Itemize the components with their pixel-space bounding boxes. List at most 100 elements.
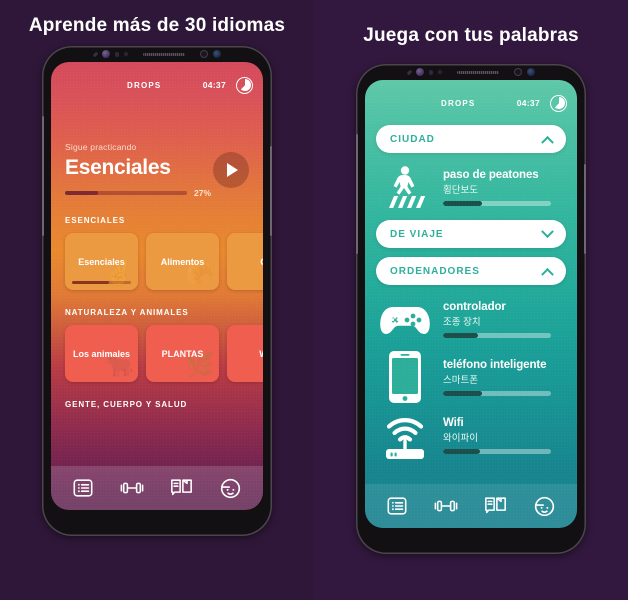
proximity-sensor-icon xyxy=(114,51,119,57)
panel-left: Aprende más de 30 idiomas DROPS 04:37 Si… xyxy=(0,0,314,600)
nav-item-practice[interactable] xyxy=(434,495,458,517)
topic-section-list: CIUDAD paso de peatones 횡단보도 DE VIAJE ORDEN… xyxy=(365,125,577,460)
play-icon xyxy=(227,163,238,178)
phone-top-bezel-right xyxy=(356,64,586,80)
category-group: GENTE, CUERPO Y SALUD xyxy=(51,400,263,409)
nav-item-profile[interactable] xyxy=(219,477,242,500)
phone-left: DROPS 04:37 Sigue practicando Esenciales… xyxy=(42,46,272,537)
word-spanish: teléfono inteligente xyxy=(443,358,547,371)
tile-title: Los animales xyxy=(72,348,131,359)
topic-section-label: ORDENADORES xyxy=(390,265,480,277)
app-brand-left: DROPS xyxy=(127,80,162,90)
headline-right: Juega con tus palabras xyxy=(363,25,579,46)
tile-title: W xyxy=(255,349,263,359)
topic-section-header[interactable]: DE VIAJE xyxy=(376,220,566,249)
category-tile[interactable]: 🥐 Alimentos xyxy=(146,233,219,291)
tile-title: Esenciales xyxy=(78,256,125,267)
proximity-sensor-icon xyxy=(428,69,433,75)
hero-card-left[interactable]: Sigue practicando Esenciales 27% xyxy=(51,142,263,198)
headline-left: Aprende más de 30 idiomas xyxy=(28,15,286,36)
sensor-dot-icon xyxy=(92,51,98,58)
tile-title: C xyxy=(256,257,263,267)
phone-bottom-bezel-right xyxy=(356,528,586,554)
crosswalk-icon xyxy=(379,163,431,211)
word-korean: 조종 장치 xyxy=(443,316,481,328)
word-korean: 횡단보도 xyxy=(443,184,478,196)
word-korean: 와이파이 xyxy=(443,432,478,444)
front-camera-secondary-icon xyxy=(212,50,221,59)
topic-section-label: CIUDAD xyxy=(390,133,435,145)
category-tile[interactable]: W xyxy=(227,325,263,383)
timer-ring-icon[interactable] xyxy=(550,94,567,112)
nav-item-topics[interactable] xyxy=(72,477,94,499)
category-tile[interactable]: 🌿 PLANTAS xyxy=(146,325,219,383)
screenshot-stage: Aprende más de 30 idiomas DROPS 04:37 Si… xyxy=(0,0,628,600)
word-spanish: controlador xyxy=(443,300,506,313)
front-camera-icon xyxy=(415,68,424,77)
word-progress-bar xyxy=(443,200,551,206)
app-header-left: DROPS 04:37 xyxy=(51,72,263,98)
chevron-up-icon xyxy=(541,135,554,149)
smartphone-icon xyxy=(379,351,431,404)
panel-right: Juega con tus palabras DROPS 04:37 CIUDA… xyxy=(314,0,628,600)
word-progress-bar xyxy=(443,448,551,454)
nav-item-profile[interactable] xyxy=(533,495,556,518)
wifi-router-icon xyxy=(379,411,431,460)
nav-item-dictionary[interactable] xyxy=(170,477,193,499)
light-sensor-icon xyxy=(122,51,129,58)
tile-title: Alimentos xyxy=(160,256,205,267)
category-group: ESENCIALES ✌Esenciales🥐Alimentos C xyxy=(51,216,263,291)
vocabulary-text: controlador 조종 장치 xyxy=(443,301,563,338)
hero-progress-bar xyxy=(65,191,187,196)
topic-section-header[interactable]: CIUDAD xyxy=(376,125,566,154)
sensor-dot-icon xyxy=(406,69,412,76)
category-tile[interactable]: ✌ Esenciales xyxy=(65,233,138,291)
app-header-right: DROPS 04:37 xyxy=(365,90,577,116)
category-list-left: ESENCIALES ✌Esenciales🥐Alimentos C NATURALE… xyxy=(51,216,263,409)
front-camera-icon xyxy=(101,50,110,59)
word-progress-bar xyxy=(443,332,551,338)
screen-right: DROPS 04:37 CIUDAD paso de peatones 횡단보도 D… xyxy=(365,80,577,529)
phone-bottom-bezel xyxy=(42,510,272,536)
category-tile[interactable]: C xyxy=(227,233,263,291)
play-button[interactable] xyxy=(213,152,249,189)
chevron-down-icon xyxy=(541,225,554,238)
phone-right: DROPS 04:37 CIUDAD paso de peatones 횡단보도 D… xyxy=(356,64,586,555)
vocabulary-row[interactable]: Wifi 와이파이 xyxy=(379,411,563,460)
chevron-up-icon xyxy=(541,267,554,281)
light-sensor-icon xyxy=(436,69,443,76)
word-spanish: Wifi xyxy=(443,416,464,429)
gamepad-icon xyxy=(379,295,431,343)
topic-section-header[interactable]: ORDENADORES xyxy=(376,257,566,286)
vocabulary-text: teléfono inteligente 스마트폰 xyxy=(443,359,563,396)
timer-ring-icon[interactable] xyxy=(236,76,253,94)
bottom-nav-right xyxy=(365,484,577,529)
earpiece-speaker-icon xyxy=(456,70,499,74)
bottom-nav-left xyxy=(51,466,263,511)
vocabulary-row[interactable]: teléfono inteligente 스마트폰 xyxy=(379,351,563,404)
vocabulary-text: paso de peatones 횡단보도 xyxy=(443,169,563,206)
topic-section-label: DE VIAJE xyxy=(390,228,444,240)
iris-scanner-icon xyxy=(513,68,522,77)
category-tile[interactable]: 🐂 Los animales xyxy=(65,325,138,383)
category-tile-row: 🐂Los animales🌿PLANTAS W xyxy=(65,325,263,383)
tile-title: PLANTAS xyxy=(161,348,204,359)
nav-item-dictionary[interactable] xyxy=(484,495,507,517)
category-label: ESENCIALES xyxy=(65,216,126,226)
vocabulary-row[interactable]: controlador 조종 장치 xyxy=(379,295,563,343)
earpiece-speaker-icon xyxy=(142,52,185,56)
app-brand-right: DROPS xyxy=(441,98,476,108)
vocabulary-text: Wifi 와이파이 xyxy=(443,417,563,454)
iris-scanner-icon xyxy=(199,50,208,59)
category-group: NATURALEZA Y ANIMALES 🐂 Los animales 🌿 PLANT… xyxy=(51,308,263,383)
word-progress-bar xyxy=(443,390,551,396)
hero-progress-percent: 27% xyxy=(194,188,212,199)
hero-kicker: Sigue practicando xyxy=(65,142,137,153)
nav-item-practice[interactable] xyxy=(120,477,144,499)
screen-left: DROPS 04:37 Sigue practicando Esenciales… xyxy=(51,62,263,511)
session-timer-left: 04:37 xyxy=(202,80,226,91)
nav-item-topics[interactable] xyxy=(386,495,408,517)
word-korean: 스마트폰 xyxy=(443,374,478,386)
vocabulary-row[interactable]: paso de peatones 횡단보도 xyxy=(379,163,563,211)
word-spanish: paso de peatones xyxy=(443,168,539,181)
